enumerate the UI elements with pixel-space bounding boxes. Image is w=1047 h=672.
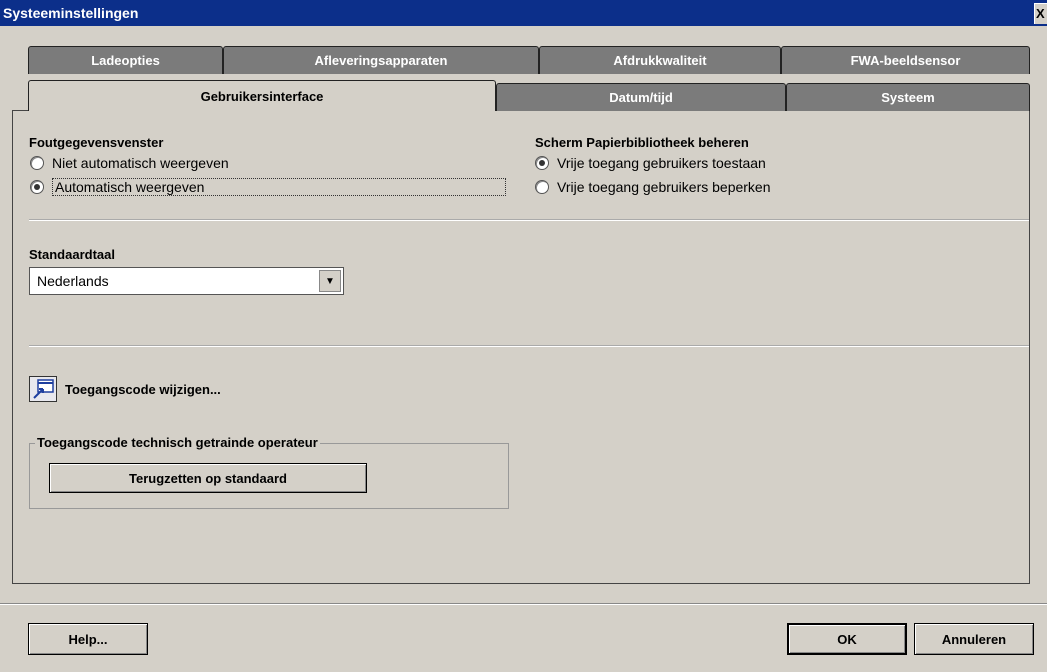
radio-label: Automatisch weergeven	[52, 178, 506, 196]
ok-button[interactable]: OK	[787, 623, 907, 655]
tab-strip: Ladeopties Afleveringsapparaten Afdrukkw…	[0, 40, 1047, 112]
radio-toestaan[interactable]: Vrije toegang gebruikers toestaan	[535, 153, 766, 173]
radio-button-checked[interactable]	[30, 180, 44, 194]
change-passcode-button[interactable]	[29, 376, 57, 402]
tab-afdrukkwaliteit[interactable]: Afdrukkwaliteit	[539, 46, 781, 74]
tab-fwa-beeldsensor[interactable]: FWA-beeldsensor	[781, 46, 1030, 74]
radio-automatisch[interactable]: Automatisch weergeven	[30, 177, 506, 197]
chevron-down-icon[interactable]: ▼	[319, 270, 341, 292]
edit-dialog-icon	[33, 379, 54, 399]
radio-label: Niet automatisch weergeven	[52, 155, 229, 171]
change-passcode-label[interactable]: Toegangscode wijzigen...	[65, 382, 221, 397]
technisch-group-title: Toegangscode technisch getrainde operate…	[35, 435, 320, 450]
window-title: Systeeminstellingen	[3, 5, 139, 21]
language-select[interactable]: Nederlands ▼	[29, 267, 344, 295]
tab-gebruikersinterface[interactable]: Gebruikersinterface	[28, 80, 496, 111]
radio-niet-automatisch[interactable]: Niet automatisch weergeven	[30, 153, 229, 173]
radio-label: Vrije toegang gebruikers toestaan	[557, 155, 766, 171]
standaardtaal-heading: Standaardtaal	[29, 247, 115, 262]
help-button[interactable]: Help...	[28, 623, 148, 655]
title-bar: Systeeminstellingen X	[0, 0, 1047, 26]
cancel-button[interactable]: Annuleren	[914, 623, 1034, 655]
footer-separator	[0, 603, 1047, 605]
settings-panel: Foutgegevensvenster Niet automatisch wee…	[12, 110, 1030, 584]
foutgegevens-heading: Foutgegevensvenster	[29, 135, 164, 150]
language-select-value: Nederlands	[37, 273, 109, 289]
tab-afleveringsapparaten[interactable]: Afleveringsapparaten	[223, 46, 539, 74]
radio-button[interactable]	[535, 180, 549, 194]
radio-label: Vrije toegang gebruikers beperken	[557, 179, 771, 195]
reset-default-button[interactable]: Terugzetten op standaard	[49, 463, 367, 493]
tab-ladeopties[interactable]: Ladeopties	[28, 46, 223, 74]
close-button[interactable]: X	[1034, 3, 1047, 24]
radio-button[interactable]	[30, 156, 44, 170]
separator	[29, 345, 1029, 347]
radio-button-checked[interactable]	[535, 156, 549, 170]
tab-datum-tijd[interactable]: Datum/tijd	[496, 83, 786, 111]
tab-systeem[interactable]: Systeem	[786, 83, 1030, 111]
papierbibliotheek-heading: Scherm Papierbibliotheek beheren	[535, 135, 749, 150]
radio-beperken[interactable]: Vrije toegang gebruikers beperken	[535, 177, 771, 197]
separator	[29, 219, 1029, 221]
